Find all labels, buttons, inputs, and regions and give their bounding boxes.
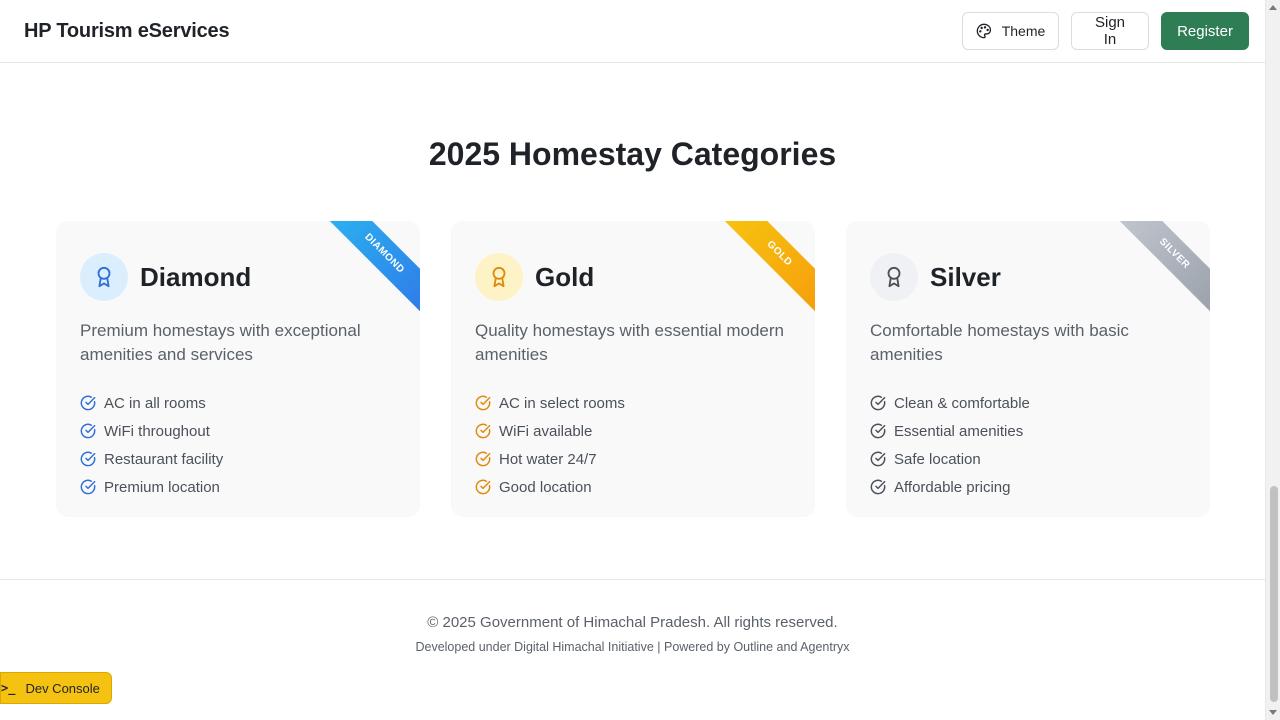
feature-list: AC in select rooms WiFi available Hot wa… [475, 389, 791, 501]
check-circle-icon [475, 479, 491, 495]
feature-text: AC in select rooms [499, 394, 625, 412]
feature-text: Good location [499, 478, 592, 496]
feature-item: Clean & comfortable [870, 389, 1186, 417]
check-circle-icon [80, 479, 96, 495]
card-description: Quality homestays with essential modern … [475, 321, 784, 364]
feature-text: Essential amenities [894, 422, 1024, 440]
header-actions: Theme Sign In Register [962, 12, 1249, 50]
scroll-up-arrow-icon[interactable] [1269, 5, 1277, 10]
feature-item: Safe location [870, 445, 1186, 473]
feature-item: Restaurant facility [80, 445, 396, 473]
feature-item: Premium location [80, 473, 396, 501]
check-circle-icon [475, 395, 491, 411]
card-title: Diamond [140, 261, 252, 292]
page-footer: © 2025 Government of Himachal Pradesh. A… [0, 579, 1265, 720]
theme-button[interactable]: Theme [962, 12, 1059, 50]
register-button[interactable]: Register [1161, 12, 1249, 50]
card-description: Comfortable homestays with basic ameniti… [870, 321, 1129, 364]
check-circle-icon [870, 423, 886, 439]
check-circle-icon [870, 451, 886, 467]
check-circle-icon [870, 395, 886, 411]
terminal-icon: >_ [1, 681, 16, 695]
scroll-down-arrow-icon[interactable] [1269, 710, 1277, 715]
footer-copyright: © 2025 Government of Himachal Pradesh. A… [427, 614, 838, 631]
award-icon [475, 253, 523, 301]
card-title: Silver [930, 261, 1001, 292]
feature-item: AC in select rooms [475, 389, 791, 417]
category-cards: DIAMOND Diamond Premium homestays with e… [56, 221, 1210, 517]
feature-text: WiFi throughout [104, 422, 210, 440]
check-circle-icon [475, 423, 491, 439]
scrollbar-thumb[interactable] [1270, 486, 1278, 702]
feature-text: Restaurant facility [104, 450, 224, 468]
feature-item: Good location [475, 473, 791, 501]
dev-console-label: Dev Console [25, 680, 100, 696]
palette-icon [976, 23, 992, 39]
feature-text: WiFi available [499, 422, 593, 440]
category-card-gold: GOLD Gold Quality homestays with essenti… [451, 221, 815, 517]
sign-in-button[interactable]: Sign In [1071, 12, 1149, 50]
feature-text: Hot water 24/7 [499, 450, 597, 468]
feature-item: Essential amenities [870, 417, 1186, 445]
category-card-silver: SILVER Silver Comfortable homestays with… [846, 221, 1210, 517]
category-card-diamond: DIAMOND Diamond Premium homestays with e… [56, 221, 420, 517]
check-circle-icon [80, 395, 96, 411]
dev-console-button[interactable]: >_ Dev Console [0, 672, 112, 704]
feature-list: AC in all rooms WiFi throughout Restaura… [80, 389, 396, 501]
feature-text: Clean & comfortable [894, 394, 1030, 412]
feature-item: AC in all rooms [80, 389, 396, 417]
section-title: 2025 Homestay Categories [428, 136, 837, 172]
feature-item: Affordable pricing [870, 473, 1186, 501]
feature-item: Hot water 24/7 [475, 445, 791, 473]
brand-title[interactable]: HP Tourism eServices [24, 20, 230, 43]
check-circle-icon [80, 423, 96, 439]
feature-text: Premium location [104, 478, 220, 496]
award-icon [870, 253, 918, 301]
check-circle-icon [870, 479, 886, 495]
card-title: Gold [535, 261, 595, 292]
feature-item: WiFi available [475, 417, 791, 445]
feature-item: WiFi throughout [80, 417, 396, 445]
footer-developed-by: Developed under Digital Himachal Initiat… [415, 640, 850, 654]
feature-text: AC in all rooms [104, 394, 206, 412]
theme-button-label: Theme [1001, 23, 1046, 39]
feature-text: Affordable pricing [894, 478, 1011, 496]
feature-list: Clean & comfortable Essential amenities … [870, 389, 1186, 501]
card-description: Premium homestays with exceptional ameni… [80, 321, 361, 364]
award-icon [80, 253, 128, 301]
top-navbar: HP Tourism eServices Theme Sign In Regis… [0, 0, 1265, 63]
feature-text: Safe location [894, 450, 981, 468]
vertical-scrollbar[interactable] [1265, 0, 1280, 720]
check-circle-icon [475, 451, 491, 467]
check-circle-icon [80, 451, 96, 467]
